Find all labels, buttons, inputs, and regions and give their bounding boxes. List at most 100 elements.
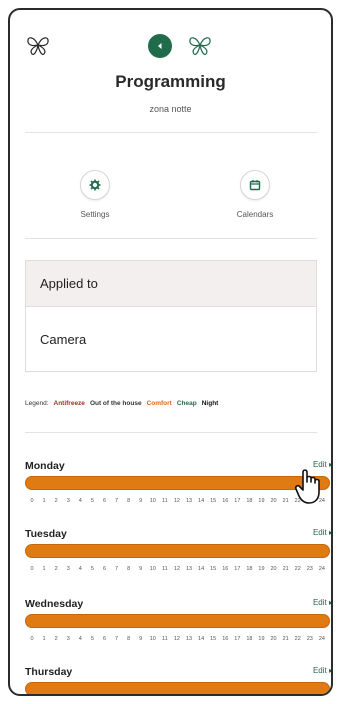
- hour-tick-label: 19: [258, 636, 265, 642]
- hour-tick-label: 12: [173, 566, 180, 572]
- page-title: Programming: [115, 72, 226, 91]
- hour-tick-label: 11: [162, 566, 168, 572]
- hour-tick-label: 19: [258, 566, 265, 572]
- hour-tick-label: 23: [306, 566, 313, 572]
- day-name: Thursday: [25, 666, 73, 678]
- hour-tick-label: 2: [54, 498, 58, 504]
- edit-button-wednesday[interactable]: Edit ▸: [313, 598, 331, 607]
- hour-tick-label: 9: [139, 636, 143, 642]
- hour-tick-label: 14: [198, 566, 205, 572]
- hour-scale: 0123456789101112131415161718192021222324: [27, 636, 327, 642]
- hour-scale: 0123456789101112131415161718192021222324: [27, 566, 327, 572]
- hour-tick-label: 4: [78, 566, 82, 572]
- hour-tick-label: 2: [54, 636, 58, 642]
- applied-to-value[interactable]: Camera: [26, 307, 316, 371]
- hour-tick-label: 9: [139, 566, 143, 572]
- settings-button[interactable]: Settings: [50, 170, 140, 219]
- schedule-bar-monday: [25, 476, 330, 490]
- day-name: Wednesday: [25, 598, 84, 610]
- hour-tick-label: 1: [42, 498, 46, 504]
- hour-tick-label: 15: [210, 566, 217, 572]
- divider: [25, 238, 317, 239]
- legend-out-of-house: Out of the house: [89, 400, 142, 407]
- hour-tick-label: 3: [66, 636, 70, 642]
- hour-tick-label: 4: [78, 498, 82, 504]
- settings-label: Settings: [80, 210, 110, 219]
- calendars-circle: [240, 170, 270, 200]
- hour-tick-label: 2: [54, 566, 58, 572]
- calendar-icon: [249, 180, 261, 191]
- hour-tick-label: 8: [127, 636, 131, 642]
- hour-tick-label: 13: [185, 498, 193, 504]
- hour-tick-label: 8: [127, 566, 131, 572]
- schedule-bar-tuesday: [25, 544, 330, 558]
- hour-tick-label: 11: [162, 498, 168, 504]
- hour-tick-label: 4: [78, 636, 82, 642]
- hour-tick-label: 10: [149, 636, 156, 642]
- hour-tick-label: 3: [66, 498, 70, 504]
- hour-tick-label: 17: [234, 498, 241, 504]
- hour-tick-label: 7: [115, 636, 119, 642]
- hour-tick-label: 20: [270, 498, 277, 504]
- hour-tick-label: 6: [102, 566, 106, 572]
- hour-tick-label: 17: [234, 636, 241, 642]
- hour-tick-label: 22: [294, 566, 301, 572]
- hour-tick-label: 1: [42, 566, 46, 572]
- hour-tick-label: 15: [210, 636, 217, 642]
- hour-tick-label: 16: [222, 636, 229, 642]
- legend-comfort: Comfort: [146, 400, 172, 407]
- legend: Legend: Antifreeze Out of the house Comf…: [25, 400, 325, 407]
- hand-cursor-icon: [294, 469, 320, 504]
- edit-button-thursday[interactable]: Edit ▸: [313, 666, 331, 675]
- hour-tick-label: 24: [318, 566, 325, 572]
- applied-to-card: Applied to Camera: [25, 260, 317, 372]
- gear-icon: [89, 179, 101, 191]
- hour-tick-label: 9: [139, 498, 143, 504]
- hour-tick-label: 16: [222, 566, 229, 572]
- day-name: Monday: [25, 460, 65, 472]
- hour-tick-label: 8: [127, 498, 131, 504]
- legend-cheap: Cheap: [176, 400, 197, 407]
- hour-tick-label: 19: [258, 498, 265, 504]
- hour-tick-label: 14: [198, 636, 205, 642]
- day-row-monday: Monday Edit ▸ 0 1 2 3 4 5 6 7 8 9 10 11 12 13 14 15 16 17…: [25, 460, 331, 522]
- settings-circle: [80, 170, 110, 200]
- applied-to-heading: Applied to: [26, 261, 316, 307]
- hour-tick-label: 18: [246, 566, 253, 572]
- hour-tick-label: 12: [173, 636, 180, 642]
- hour-tick-label: 20: [270, 566, 277, 572]
- schedule-bar-thursday: [25, 682, 330, 694]
- hour-tick-label: 13: [185, 636, 193, 642]
- hour-tick-label: 3: [66, 566, 70, 572]
- edit-button-tuesday[interactable]: Edit ▸: [313, 528, 331, 537]
- hour-tick-label: 1: [42, 636, 46, 642]
- hour-tick-label: 0: [30, 566, 34, 572]
- day-row-tuesday: Tuesday Edit ▸ 0 1 2 3 4 5 6 7 8 9 10 11 12 13 14 15 16 1…: [25, 528, 331, 590]
- legend-label: Legend:: [25, 400, 49, 407]
- butterfly-menu-icon[interactable]: [188, 34, 212, 56]
- back-button[interactable]: [148, 34, 172, 58]
- top-bar: [10, 10, 331, 70]
- chevron-left-icon: [158, 43, 162, 49]
- page-subtitle: zona notte: [149, 104, 192, 114]
- hour-tick-label: 17: [234, 566, 241, 572]
- hour-tick-label: 5: [90, 636, 94, 642]
- app-screen: Programming zona notte Settings Calendar…: [8, 8, 333, 696]
- day-row-thursday: Thursday Edit ▸: [25, 666, 331, 694]
- calendars-button[interactable]: Calendars: [210, 170, 300, 219]
- hour-tick-label: 16: [222, 498, 229, 504]
- hour-tick-label: 10: [149, 566, 156, 572]
- hour-tick-label: 0: [30, 498, 34, 504]
- day-row-wednesday: Wednesday Edit ▸ 0 1 2 3 4 5 6 7 8 9 10 11 12 13 14 15 1…: [25, 598, 331, 660]
- hour-tick-label: 7: [115, 566, 119, 572]
- hour-tick-label: 7: [115, 498, 119, 504]
- hour-tick-label: 23: [306, 636, 313, 642]
- hour-tick-label: 21: [282, 498, 289, 504]
- schedule-bar-wednesday: [25, 614, 330, 628]
- calendars-label: Calendars: [236, 210, 274, 219]
- hour-tick-label: 24: [318, 636, 325, 642]
- hour-tick-label: 14: [198, 498, 205, 504]
- hour-tick-label: 21: [282, 566, 289, 572]
- hour-tick-label: 5: [90, 566, 94, 572]
- hour-tick-label: 15: [210, 498, 217, 504]
